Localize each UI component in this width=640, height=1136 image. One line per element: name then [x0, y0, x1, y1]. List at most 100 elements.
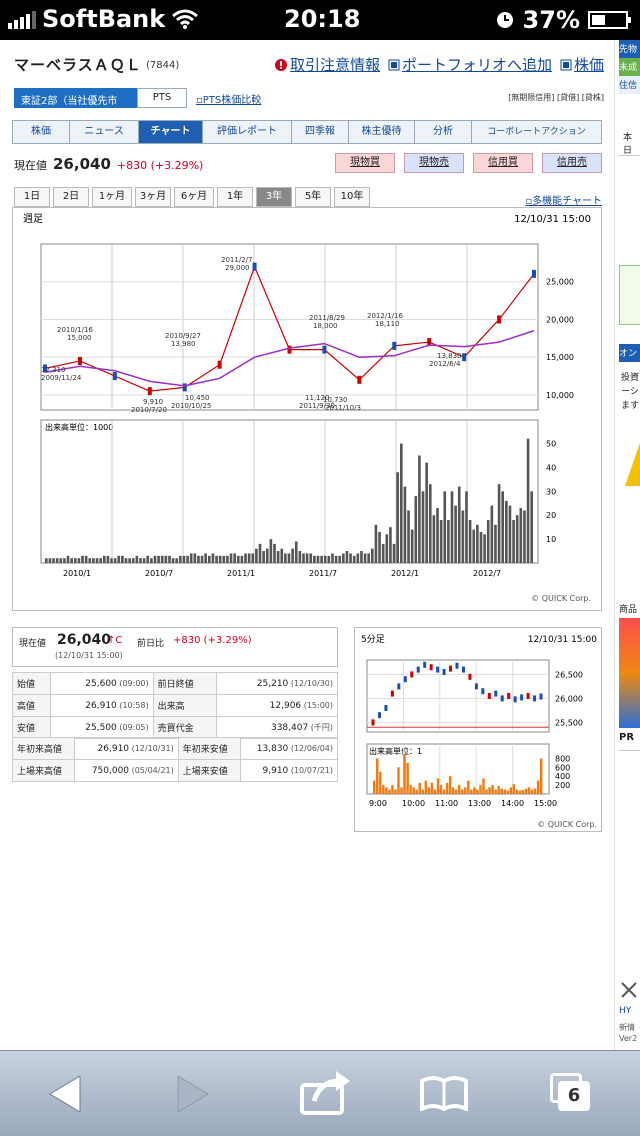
volume-bar — [527, 787, 531, 794]
tab-chart[interactable]: チャート — [138, 120, 202, 144]
side-ad-banner[interactable] — [619, 618, 640, 728]
volume-bar — [45, 558, 48, 563]
right-sidebar[interactable]: 先物 未成 住信 本日 オン 投資 ーシ ます 商品 PR HY 新情 Ver2 — [614, 40, 640, 1050]
y-tick-label: 10,000 — [546, 391, 574, 400]
side-tab-mini[interactable]: 未成 — [619, 58, 640, 76]
candle — [442, 669, 446, 675]
tab-analysis[interactable]: 分析 — [414, 120, 471, 144]
volume-bar — [403, 754, 406, 794]
market-tse[interactable]: 東証2部（当社優先市場） — [14, 88, 137, 122]
portfolio-link[interactable]: ポートフォリオへ追加 — [402, 54, 552, 75]
volume-bar — [454, 789, 458, 794]
range-1d[interactable]: 1日 — [14, 187, 50, 207]
candle — [474, 683, 478, 690]
sell-cash-button[interactable]: 現物売 — [404, 153, 464, 173]
back-icon[interactable] — [48, 1076, 82, 1112]
candle — [500, 695, 504, 702]
candle — [423, 661, 427, 668]
alarm-icon — [496, 12, 513, 28]
price-label: 現在値 — [14, 159, 47, 172]
candle — [112, 372, 117, 381]
volume-bar — [139, 558, 142, 563]
candle — [371, 719, 375, 726]
range-1y[interactable]: 1年 — [217, 187, 253, 207]
volume-bar — [406, 762, 409, 794]
volume-bar — [200, 555, 204, 563]
tab-yutai[interactable]: 株主優待 — [348, 120, 414, 144]
quote-change: +830 (+3.29%) — [173, 635, 252, 646]
volume-bar — [515, 515, 519, 563]
clock: 20:18 — [284, 5, 361, 33]
chart-annotation: 13,830 — [437, 352, 462, 360]
side-tab-sumishin[interactable]: 住信 — [619, 76, 640, 94]
volume-bar — [454, 505, 457, 563]
share-icon[interactable] — [300, 1071, 350, 1115]
volume-bar — [349, 553, 352, 563]
stock-code: (7844) — [146, 60, 180, 71]
tabs-button[interactable]: 6 — [550, 1073, 592, 1113]
price-link[interactable]: 株価 — [574, 54, 604, 75]
volume-bar — [421, 789, 425, 794]
market-selector: 東証2部（当社優先市場） PTS — [14, 88, 187, 122]
side-tab-futures[interactable]: 先物 — [619, 40, 640, 58]
side-links-1[interactable] — [619, 155, 640, 255]
volume-bar — [473, 787, 476, 794]
volume-bar — [468, 520, 472, 563]
side-pr-links[interactable] — [619, 750, 640, 980]
volume-bar — [247, 553, 251, 563]
volume-bar — [389, 527, 392, 563]
range-2d[interactable]: 2日 — [53, 187, 89, 207]
range-1m[interactable]: 1ヶ月 — [92, 187, 132, 207]
tab-price[interactable]: 株価 — [12, 120, 69, 144]
tools-icon[interactable] — [619, 980, 639, 1000]
y-tick-label: 20 — [546, 511, 556, 520]
range-10y[interactable]: 10年 — [334, 187, 370, 207]
table-cell: 12,906 (15:00) — [216, 694, 338, 717]
portfolio-icon — [388, 59, 400, 70]
side-text-new: 新情 — [619, 1023, 635, 1032]
market-pts[interactable]: PTS — [137, 88, 187, 108]
range-6m[interactable]: 6ヶ月 — [174, 187, 214, 207]
volume-bar — [186, 555, 189, 563]
side-text-today: 本日 — [623, 133, 633, 156]
volume-bar — [439, 785, 443, 794]
tab-corporate-action[interactable]: コーポレートアクション — [471, 120, 602, 144]
volume-bar — [539, 758, 543, 794]
side-link-hy[interactable]: HY — [619, 1006, 631, 1016]
sell-margin-button[interactable]: 信用売 — [542, 153, 602, 173]
volume-bar — [291, 548, 294, 563]
battery: 37% — [495, 6, 632, 34]
candle — [397, 683, 401, 690]
buy-cash-button[interactable]: 現物買 — [335, 153, 395, 173]
range-3y[interactable]: 3年 — [256, 187, 292, 207]
y-tick-label: 15,000 — [546, 353, 574, 362]
volume-bar — [102, 555, 106, 563]
battery-percent: 37% — [522, 6, 580, 34]
volume-bar — [164, 555, 168, 563]
web-page[interactable]: マーベラスＡＱＬ (7844) 取引注意情報 ポートフォリオへ追加 株価 東証2… — [0, 40, 640, 1050]
volume-bar — [305, 553, 309, 563]
volume-bar — [265, 548, 269, 563]
pts-compare-link[interactable]: ▫PTS株価比較 — [196, 91, 261, 106]
side-panel-green[interactable] — [619, 265, 640, 325]
multi-chart-link[interactable]: ▫多機能チャート — [525, 192, 602, 207]
forward-icon[interactable] — [176, 1076, 210, 1112]
tab-shikiho[interactable]: 四季報 — [291, 120, 348, 144]
cell-note: (10/07/21) — [288, 765, 333, 775]
volume-bar — [197, 555, 200, 563]
tab-news[interactable]: ニュース — [69, 120, 138, 144]
five-min-volume-unit: 出来高単位：1 — [369, 746, 422, 756]
bookmarks-icon[interactable] — [420, 1075, 468, 1111]
volume-bar — [244, 553, 247, 563]
caution-link[interactable]: 取引注意情報 — [290, 54, 380, 75]
range-5y[interactable]: 5年 — [295, 187, 331, 207]
candle — [436, 666, 440, 673]
tab-report[interactable]: 評価レポート — [202, 120, 291, 144]
range-3m[interactable]: 3ヶ月 — [135, 187, 171, 207]
candle — [520, 694, 524, 701]
table-cell: 26,910 (12/10/31) — [73, 737, 179, 760]
buy-margin-button[interactable]: 信用買 — [473, 153, 533, 173]
candle — [252, 262, 257, 271]
volume-bar — [523, 510, 526, 563]
price-change: +830 (+3.29%) — [116, 159, 204, 172]
